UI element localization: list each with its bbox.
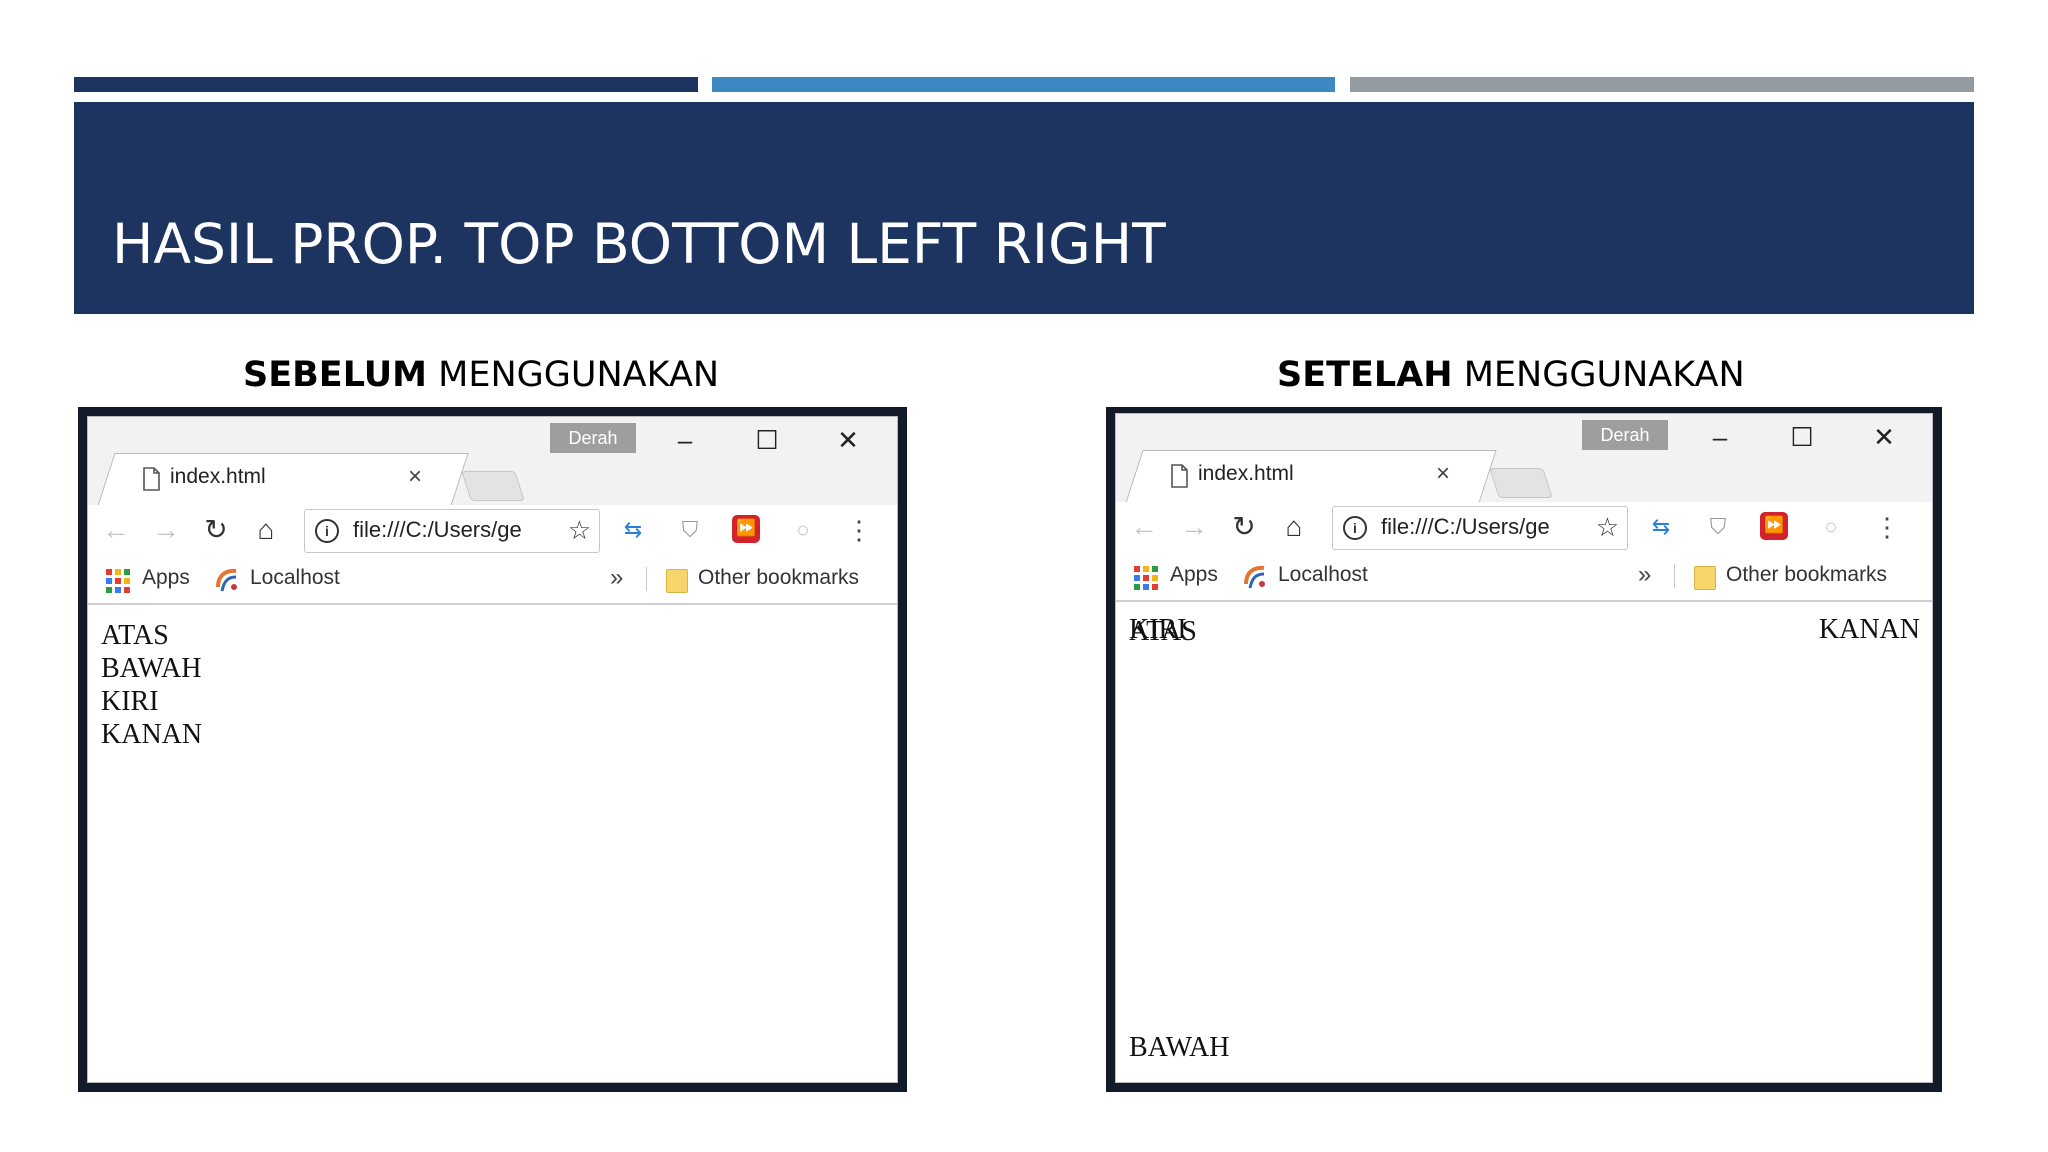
localhost-icon — [216, 568, 237, 592]
screenshot-after: Derah – ☐ ✕ index.html × ← → ↻ ⌂ i file:… — [1106, 407, 1942, 1092]
caption-before: SEBELUM MENGGUNAKAN — [243, 355, 719, 395]
shield-extension-icon[interactable]: ⛉ — [675, 515, 705, 545]
back-icon[interactable]: ← — [100, 515, 132, 545]
page-icon — [1171, 464, 1188, 488]
text-kanan-right: KANAN — [1818, 614, 1920, 645]
text-atas: ATAS — [101, 620, 169, 651]
new-tab-button[interactable] — [461, 471, 525, 501]
folder-icon — [666, 569, 688, 593]
bookmarks-bar: Apps Localhost » Other bookmarks — [1116, 552, 1932, 602]
menu-icon[interactable]: ⋮ — [1872, 512, 1902, 542]
maximize-button[interactable]: ☐ — [1782, 422, 1822, 452]
localhost-icon — [1244, 565, 1265, 589]
tab-title: index.html — [1198, 462, 1294, 485]
red-extension-icon[interactable]: ⏩ — [732, 515, 760, 543]
maximize-button[interactable]: ☐ — [747, 425, 787, 455]
page-viewport: ATAS KIRI KANAN BAWAH — [1116, 602, 1932, 1082]
circle-extension-icon[interactable]: ○ — [788, 515, 818, 545]
forward-icon[interactable]: → — [150, 515, 182, 545]
info-icon[interactable]: i — [315, 519, 339, 543]
bookmark-apps[interactable]: Apps — [1170, 563, 1218, 587]
address-text: file:///C:/Users/ge — [1381, 514, 1550, 539]
reload-icon[interactable]: ↻ — [1228, 512, 1260, 542]
bookmarks-separator — [1674, 564, 1675, 588]
bookmark-other[interactable]: Other bookmarks — [698, 566, 859, 590]
bookmarks-overflow-icon[interactable]: » — [1638, 561, 1651, 589]
page-viewport: ATAS BAWAH KIRI KANAN — [88, 605, 897, 1082]
bookmarks-separator — [646, 567, 647, 591]
tab-title: index.html — [170, 465, 266, 488]
address-text: file:///C:/Users/ge — [353, 517, 522, 542]
bookmarks-overflow-icon[interactable]: » — [610, 564, 623, 592]
address-bar[interactable]: i file:///C:/Users/ge ☆ — [304, 509, 600, 553]
bookmark-localhost[interactable]: Localhost — [250, 566, 340, 590]
caption-after-rest: MENGGUNAKAN — [1452, 355, 1745, 395]
menu-icon[interactable]: ⋮ — [844, 515, 874, 545]
bookmarks-bar: Apps Localhost » Other bookmarks — [88, 555, 897, 605]
caption-before-bold: SEBELUM — [243, 355, 428, 395]
sync-extension-icon[interactable]: ⇆ — [618, 515, 648, 545]
screenshot-before: Derah – ☐ ✕ index.html × ← → ↻ ⌂ i file:… — [78, 407, 907, 1092]
browser-window: Derah – ☐ ✕ index.html × ← → ↻ ⌂ i file:… — [1115, 413, 1933, 1083]
bookmark-apps[interactable]: Apps — [142, 566, 190, 590]
red-extension-icon[interactable]: ⏩ — [1760, 512, 1788, 540]
accent-bar-blue — [712, 77, 1335, 92]
before-text-stack: ATAS BAWAH KIRI KANAN — [101, 619, 202, 751]
text-kanan: KANAN — [101, 719, 203, 750]
tab-close-icon[interactable]: × — [1436, 460, 1450, 488]
tab-close-icon[interactable]: × — [408, 463, 422, 491]
title-band: HASIL PROP. TOP BOTTOM LEFT RIGHT — [74, 102, 1974, 314]
new-tab-button[interactable] — [1489, 468, 1553, 498]
profile-button[interactable]: Derah — [550, 423, 636, 453]
accent-bar-gray — [1350, 77, 1974, 92]
page-icon — [143, 467, 160, 491]
text-kiri-left: KIRI — [1129, 614, 1187, 645]
toolbar: ← → ↻ ⌂ i file:///C:/Users/ge ☆ ⇆ ⛉ ⏩ ○ … — [88, 505, 897, 555]
slide-title: HASIL PROP. TOP BOTTOM LEFT RIGHT — [112, 212, 1166, 276]
minimize-button[interactable]: – — [1700, 422, 1740, 452]
toolbar: ← → ↻ ⌂ i file:///C:/Users/ge ☆ ⇆ ⛉ ⏩ ○ … — [1116, 502, 1932, 552]
shield-extension-icon[interactable]: ⛉ — [1703, 512, 1733, 542]
text-bawah: BAWAH — [101, 653, 202, 684]
bookmark-localhost[interactable]: Localhost — [1278, 563, 1368, 587]
info-icon[interactable]: i — [1343, 516, 1367, 540]
home-icon[interactable]: ⌂ — [250, 515, 282, 545]
text-kiri: KIRI — [101, 686, 159, 717]
apps-icon — [106, 569, 130, 593]
caption-before-rest: MENGGUNAKAN — [427, 355, 720, 395]
reload-icon[interactable]: ↻ — [200, 515, 232, 545]
bookmark-star-icon[interactable]: ☆ — [568, 515, 591, 546]
circle-extension-icon[interactable]: ○ — [1816, 512, 1846, 542]
minimize-button[interactable]: – — [665, 425, 705, 455]
address-bar[interactable]: i file:///C:/Users/ge ☆ — [1332, 506, 1628, 550]
profile-button[interactable]: Derah — [1582, 420, 1668, 450]
close-window-button[interactable]: ✕ — [1864, 422, 1904, 452]
sync-extension-icon[interactable]: ⇆ — [1646, 512, 1676, 542]
tab-index-html[interactable]: index.html × — [1116, 458, 1496, 502]
tab-index-html[interactable]: index.html × — [88, 461, 468, 505]
accent-bar-dark — [74, 77, 698, 92]
bookmark-other[interactable]: Other bookmarks — [1726, 563, 1887, 587]
text-bawah-bottom: BAWAH — [1129, 1032, 1230, 1063]
caption-after-bold: SETELAH — [1277, 355, 1453, 395]
home-icon[interactable]: ⌂ — [1278, 512, 1310, 542]
browser-window: Derah – ☐ ✕ index.html × ← → ↻ ⌂ i file:… — [87, 416, 898, 1083]
bookmark-star-icon[interactable]: ☆ — [1596, 512, 1619, 543]
forward-icon[interactable]: → — [1178, 512, 1210, 542]
folder-icon — [1694, 566, 1716, 590]
back-icon[interactable]: ← — [1128, 512, 1160, 542]
apps-icon — [1134, 566, 1158, 590]
close-window-button[interactable]: ✕ — [828, 425, 868, 455]
caption-after: SETELAH MENGGUNAKAN — [1277, 355, 1745, 395]
